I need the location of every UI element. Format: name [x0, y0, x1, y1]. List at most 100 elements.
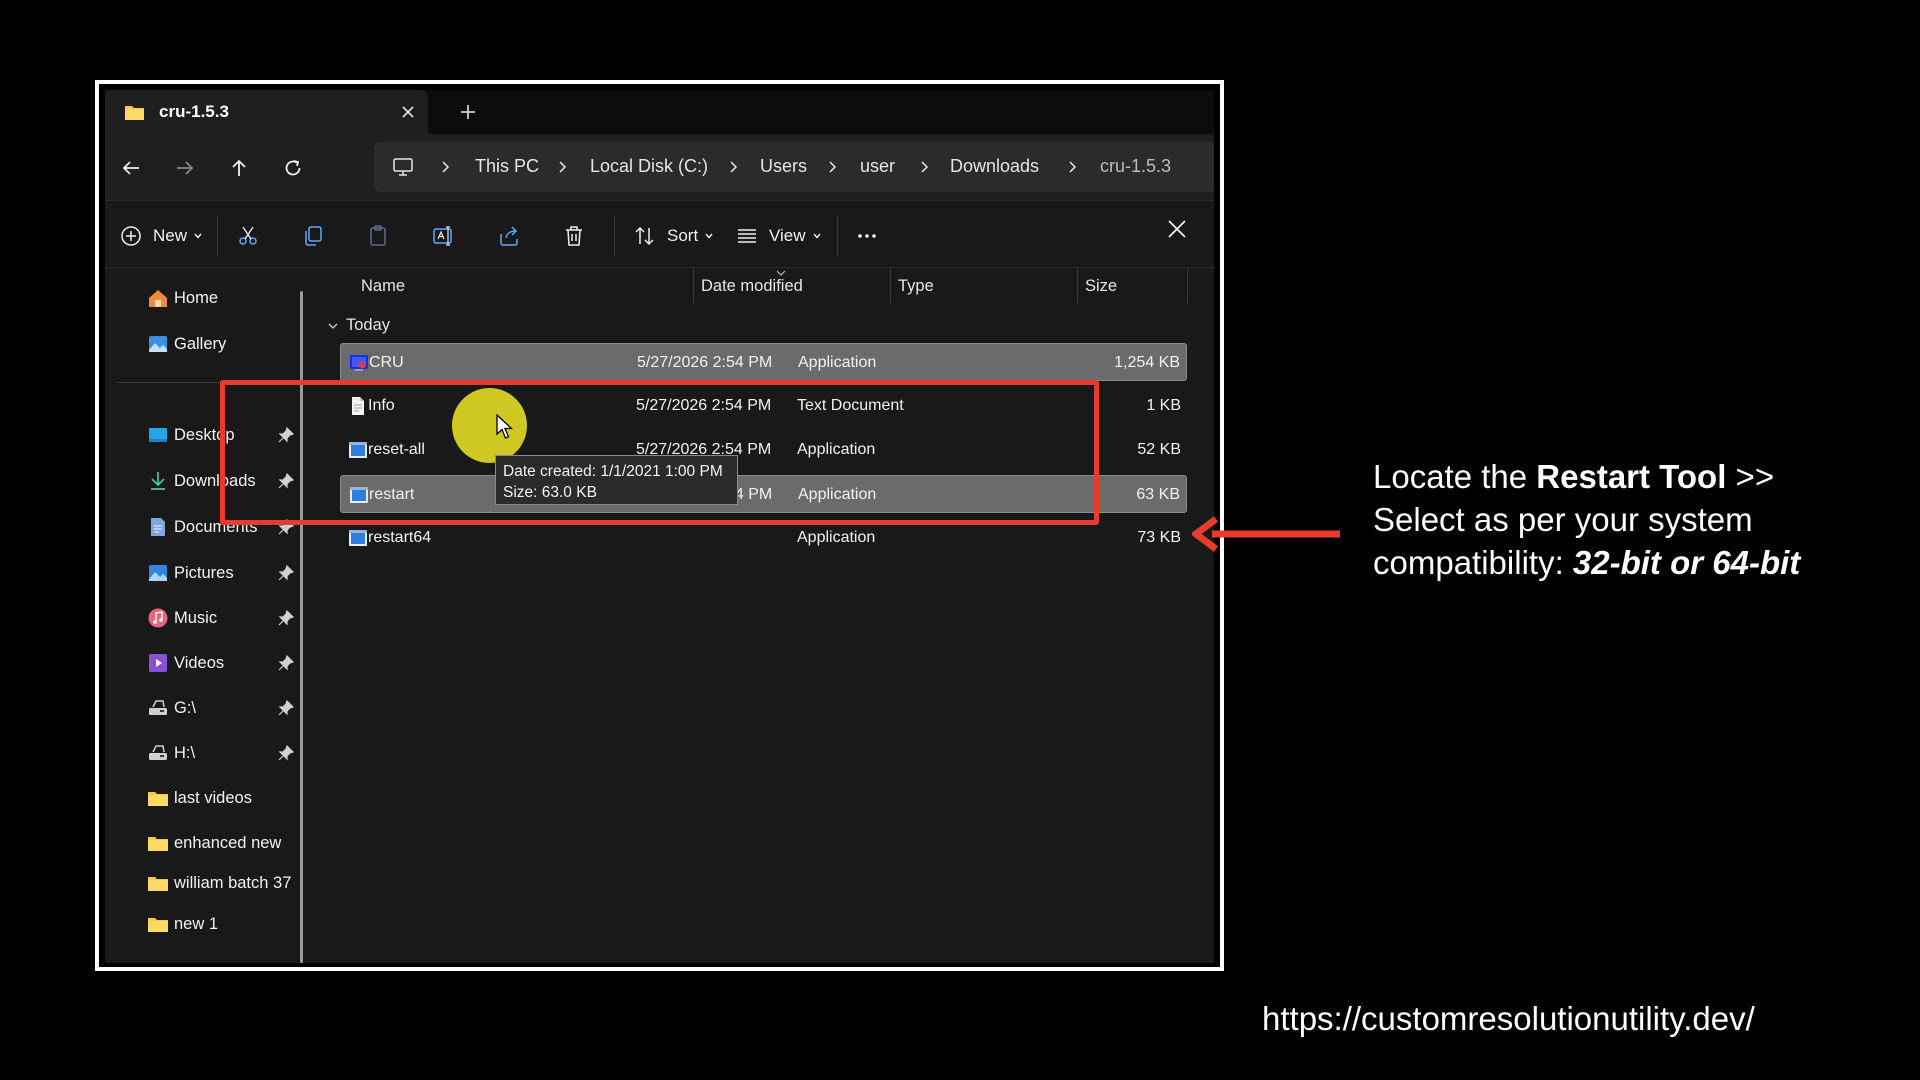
trash-icon [566, 226, 582, 246]
sidebar-item-gallery[interactable]: Gallery [147, 331, 226, 357]
breadcrumb-users[interactable]: Users [760, 156, 807, 177]
sidebar-item-new-1[interactable]: new 1 [147, 911, 218, 937]
file-type: Application [797, 529, 876, 546]
sidebar-item-home[interactable]: Home [147, 285, 218, 311]
desktop-icon [149, 428, 167, 442]
mouse-pointer-icon [496, 414, 514, 439]
breadcrumb-downloads[interactable]: Downloads [950, 156, 1039, 177]
chevron-right-icon [829, 161, 837, 173]
column-header-date-modified[interactable]: Date modified [701, 277, 803, 296]
tooltip-size: Size: 63.0 KB [503, 484, 597, 501]
navigation-bar: This PC Local Disk (C:) Users user Downl… [105, 134, 1214, 201]
sidebar-item-last-videos[interactable]: last videos [147, 785, 252, 811]
file-row-cru[interactable]: CRU 5/27/2026 2:54 PM Application 1,254 … [340, 343, 1187, 381]
sidebar-item-william-batch-37[interactable]: william batch 37 [147, 870, 291, 896]
home-icon [149, 290, 167, 307]
breadcrumb-local-disk[interactable]: Local Disk (C:) [590, 156, 708, 177]
file-type: Application [798, 354, 877, 371]
sidebar-item-label: Music [174, 608, 218, 627]
file-size: 1,254 KB [1114, 354, 1180, 371]
plus-circle-icon [121, 226, 141, 246]
column-separator[interactable] [1187, 269, 1188, 303]
close-icon [1168, 220, 1186, 238]
copy-button[interactable] [301, 224, 325, 248]
column-header-type[interactable]: Type [898, 277, 934, 296]
new-tab-icon[interactable] [457, 101, 479, 123]
close-tab-icon[interactable] [397, 101, 419, 123]
pin-icon[interactable] [278, 610, 294, 626]
sidebar-item-label: G:\ [174, 698, 197, 717]
forward-arrow-icon[interactable] [173, 156, 197, 180]
delete-button[interactable] [562, 224, 586, 248]
chevron-right-icon [559, 161, 567, 173]
up-arrow-icon[interactable] [227, 156, 251, 180]
file-size: 52 KB [1137, 441, 1181, 458]
view-button[interactable]: View [735, 224, 822, 248]
file-name: restart64 [368, 529, 432, 546]
back-arrow-icon[interactable] [119, 156, 143, 180]
chevron-right-icon [730, 161, 738, 173]
instruction-part-1: Locate the [1373, 458, 1537, 495]
refresh-icon[interactable] [281, 156, 305, 180]
share-button[interactable] [497, 224, 521, 248]
application-icon [350, 355, 368, 371]
pin-icon[interactable] [278, 745, 294, 761]
folder-icon [125, 105, 144, 120]
sidebar-item-pictures[interactable]: Pictures [147, 560, 234, 586]
column-header-name[interactable]: Name [361, 277, 405, 296]
chevron-right-icon [1069, 161, 1077, 173]
sort-descending-icon [776, 270, 786, 276]
column-separator[interactable] [693, 269, 694, 303]
drive-icon [149, 700, 167, 715]
tab-cru[interactable]: cru-1.5.3 [105, 90, 428, 134]
pin-icon[interactable] [278, 565, 294, 581]
annotation-arrow [1192, 516, 1340, 552]
sidebar-item-drive-g[interactable]: G:\ [147, 695, 196, 721]
breadcrumb-current-folder[interactable]: cru-1.5.3 [1100, 156, 1171, 177]
sidebar-item-label: H:\ [174, 743, 196, 762]
sort-label: Sort [667, 226, 699, 245]
file-size: 63 KB [1136, 486, 1180, 503]
sidebar-item-videos[interactable]: Videos [147, 650, 224, 676]
file-explorer-window: cru-1.5.3 This PC Local Disk (C:) Users … [105, 90, 1214, 963]
scissors-icon [239, 226, 257, 245]
address-bar[interactable]: This PC Local Disk (C:) Users user Downl… [374, 142, 1214, 192]
file-tooltip: Date created: 1/1/2021 1:00 PM Size: 63.… [495, 455, 738, 505]
column-header-size[interactable]: Size [1085, 277, 1117, 296]
paste-button[interactable] [366, 224, 390, 248]
file-list: Name Date modified Type Size Today CRU 5… [319, 269, 1214, 963]
chevron-down-icon [194, 233, 202, 239]
documents-icon [151, 518, 165, 536]
column-separator[interactable] [890, 269, 891, 303]
rename-button[interactable] [432, 224, 456, 248]
column-separator[interactable] [1077, 269, 1078, 303]
sidebar-item-label: Pictures [174, 563, 234, 582]
pin-icon[interactable] [278, 655, 294, 671]
chevron-down-icon [813, 233, 821, 239]
see-more-button[interactable] [855, 224, 879, 248]
sidebar-item-music[interactable]: Music [147, 605, 217, 631]
toolbar-divider [614, 216, 615, 256]
folder-icon [148, 918, 168, 932]
pin-icon[interactable] [278, 700, 294, 716]
application-icon [349, 530, 367, 546]
close-button[interactable] [1165, 217, 1189, 241]
chevron-right-icon [442, 161, 450, 173]
download-icon [151, 472, 165, 490]
sidebar-item-drive-h[interactable]: H:\ [147, 740, 195, 766]
new-button[interactable]: New [119, 224, 203, 248]
group-header-today[interactable]: Today [327, 316, 390, 335]
sort-button[interactable]: Sort [633, 224, 714, 248]
explorer-window-frame: cru-1.5.3 This PC Local Disk (C:) Users … [95, 80, 1224, 971]
sidebar-item-label: enhanced new [174, 833, 282, 852]
folder-icon [148, 837, 168, 851]
sidebar-item-enhanced-new[interactable]: enhanced new [147, 830, 281, 856]
breadcrumb-user[interactable]: user [860, 156, 895, 177]
videos-icon [149, 654, 167, 672]
cursor-highlight [452, 388, 527, 463]
instruction-text: Locate the Restart Tool >> Select as per… [1373, 455, 1833, 584]
sidebar-item-label: william batch 37 [174, 873, 292, 892]
breadcrumb-this-pc[interactable]: This PC [475, 156, 539, 177]
tab-title: cru-1.5.3 [159, 102, 229, 121]
cut-button[interactable] [236, 224, 260, 248]
